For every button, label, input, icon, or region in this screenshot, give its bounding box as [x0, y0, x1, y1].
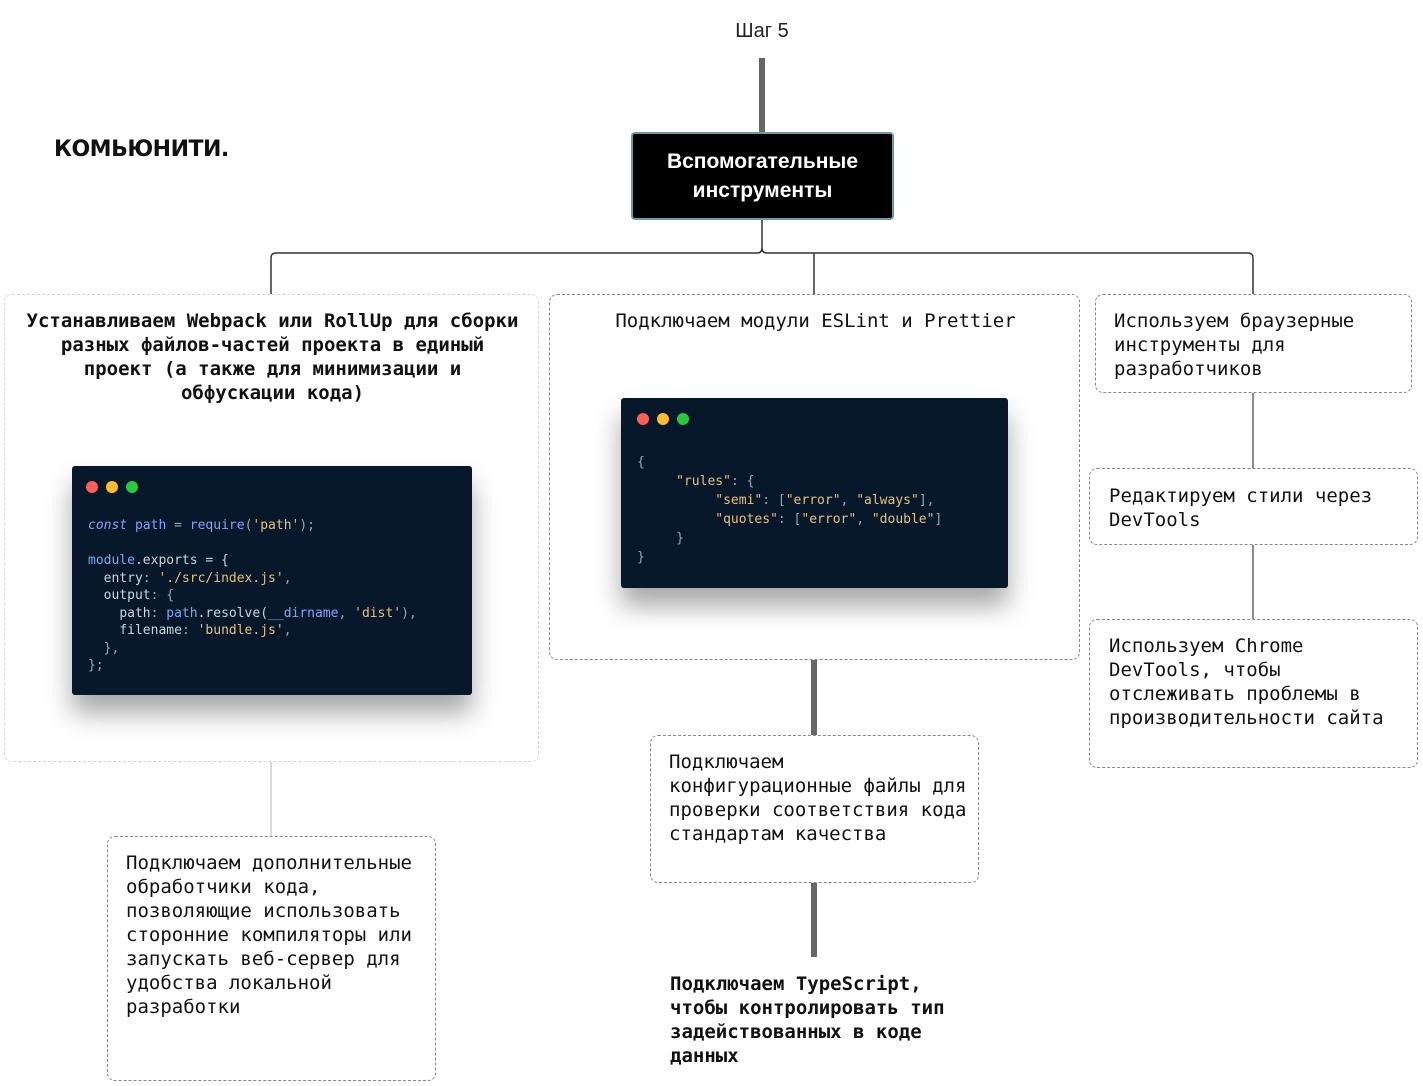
code-token: }: [676, 531, 684, 546]
middle-child2-text: Подключаем TypeScript, чтобы контролиров…: [670, 973, 945, 1067]
middle-child1-node: Подключаем конфигурационные файлы для пр…: [650, 735, 979, 883]
code-token: "error": [801, 512, 857, 527]
code-token: entry: [103, 570, 143, 586]
middle-node: Подключаем модули ESLint и Prettier { "r…: [549, 294, 1080, 660]
code-token: "semi": [715, 493, 763, 508]
close-dot-icon: [86, 481, 98, 493]
right-node-1: Используем браузерные инструменты для ра…: [1095, 294, 1412, 393]
left-node-title: Устанавливаем Webpack или RollUp для сбо…: [26, 310, 519, 404]
left-child-node: Подключаем дополнительные обработчики ко…: [107, 836, 436, 1081]
eslint-code-editor: { "rules": { "semi": ["error", "always"]…: [621, 398, 1008, 588]
code-token: "rules": [676, 474, 731, 489]
code-token: };: [88, 658, 104, 673]
left-child-text: Подключаем дополнительные обработчики ко…: [126, 852, 412, 1018]
maximize-dot-icon: [126, 481, 138, 493]
maximize-dot-icon: [677, 413, 689, 425]
code-token: "double": [871, 512, 935, 527]
webpack-code: const path = require('path'); module.exp…: [88, 518, 417, 673]
step-label: Шаг 5: [735, 20, 789, 42]
middle-node-title: Подключаем модули ESLint и Prettier: [615, 310, 1016, 332]
minimize-dot-icon: [657, 413, 669, 425]
eslint-code: { "rules": { "semi": ["error", "always"]…: [637, 455, 943, 565]
right-node-3: Используем Chrome DevTools, чтобы отслеж…: [1089, 619, 1418, 768]
root-node: Вспомогательные инструменты: [631, 132, 894, 220]
code-token: const: [88, 518, 128, 533]
code-token: filename: [119, 623, 182, 638]
code-token: 'bundle.js': [197, 623, 284, 638]
close-dot-icon: [637, 413, 649, 425]
code-token: "always": [856, 493, 919, 508]
code-token: "quotes": [715, 512, 778, 527]
left-node: Устанавливаем Webpack или RollUp для сбо…: [4, 294, 539, 762]
brand-logo: КОМЬЮНИТИ.: [54, 137, 229, 162]
right-node-2-text: Редактируем стили через DevTools: [1109, 485, 1373, 531]
code-token: 'path': [252, 518, 300, 533]
code-token: path: [119, 605, 151, 621]
code-token: module: [88, 553, 135, 568]
right-node-2: Редактируем стили через DevTools: [1089, 468, 1418, 545]
code-token: );: [299, 518, 316, 533]
middle-child1-text: Подключаем конфигурационные файлы для пр…: [669, 751, 967, 845]
code-token: "error": [785, 493, 841, 508]
right-node-3-text: Используем Chrome DevTools, чтобы отслеж…: [1109, 635, 1384, 729]
code-token: }: [637, 550, 645, 565]
webpack-code-editor: const path = require('path'); module.exp…: [72, 466, 472, 695]
code-token: .resolve(: [197, 605, 269, 621]
code-token: },: [103, 640, 120, 656]
code-token: output: [103, 588, 151, 603]
code-token: {: [637, 455, 645, 470]
root-title: Вспомогательные инструменты: [666, 150, 859, 202]
right-node-1-text: Используем браузерные инструменты для ра…: [1114, 310, 1355, 380]
code-token: './src/index.js': [158, 570, 284, 586]
code-token: path: [166, 605, 198, 621]
root-branch: [270, 218, 1254, 294]
code-token: 'dist': [354, 605, 402, 621]
minimize-dot-icon: [106, 481, 118, 493]
code-token: .exports = {: [134, 553, 229, 568]
code-token: require: [189, 518, 245, 533]
code-token: __dirname: [268, 605, 339, 621]
code-token: path: [134, 518, 167, 533]
code-token: =: [174, 518, 182, 533]
